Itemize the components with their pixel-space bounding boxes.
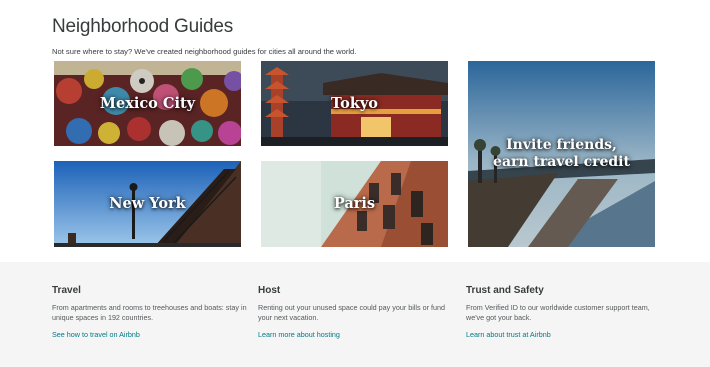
trust-safety-link[interactable]: Learn about trust at Airbnb: [466, 330, 661, 339]
invite-label-line2: earn travel credit: [493, 154, 630, 170]
guide-tile-new-york[interactable]: New York: [54, 161, 241, 247]
invite-friends-label: Invite friends, earn travel credit: [493, 137, 630, 171]
host-title: Host: [258, 285, 281, 296]
host-link[interactable]: Learn more about hosting: [258, 330, 453, 339]
trust-safety-description: From Verified ID to our worldwide custom…: [466, 303, 650, 322]
tile-label: Tokyo: [331, 94, 378, 112]
guide-tile-paris[interactable]: Paris: [261, 161, 448, 247]
tile-label: New York: [109, 195, 186, 212]
guide-tile-mexico-city[interactable]: Mexico City: [54, 61, 241, 146]
host-column: Host Renting out your unused space could…: [258, 285, 453, 339]
invite-friends-tile[interactable]: Invite friends, earn travel credit: [468, 61, 655, 247]
trust-safety-column: Trust and Safety From Verified ID to our…: [466, 285, 661, 339]
page-title: Neighborhood Guides: [52, 16, 234, 37]
travel-description: From apartments and rooms to treehouses …: [52, 303, 247, 322]
tile-label: Paris: [333, 195, 376, 212]
guide-tile-tokyo[interactable]: Tokyo: [261, 61, 448, 146]
tile-label: Mexico City: [99, 94, 196, 112]
page-subtitle: Not sure where to stay? We've created ne…: [52, 47, 357, 56]
travel-column: Travel From apartments and rooms to tree…: [52, 285, 247, 339]
host-description: Renting out your unused space could pay …: [258, 303, 445, 322]
travel-title: Travel: [52, 285, 81, 296]
travel-link[interactable]: See how to travel on Airbnb: [52, 330, 247, 339]
page-header: Neighborhood Guides Not sure where to st…: [52, 16, 672, 56]
invite-label-line1: Invite friends,: [506, 137, 617, 153]
trust-safety-title: Trust and Safety: [466, 285, 544, 296]
